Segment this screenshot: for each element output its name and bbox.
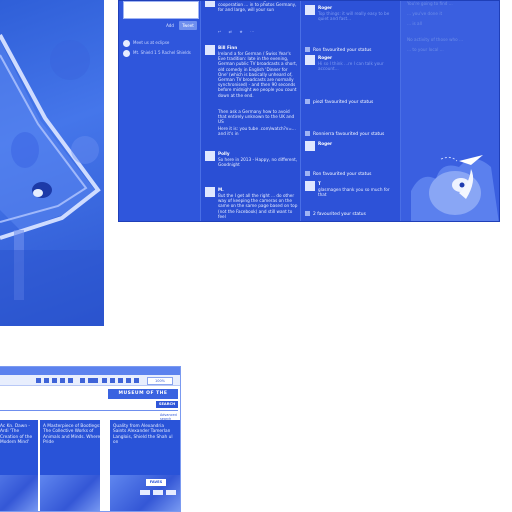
timeline-column[interactable]: Nice amount of a thing that the same coo…	[201, 1, 301, 221]
bookmark-icon[interactable]	[68, 378, 73, 383]
collection-card[interactable]: A Masterpiece of Bootlegs: The Collectiv…	[40, 420, 100, 511]
tweet-item[interactable]: T glasmagen thank you so much for that	[305, 181, 397, 201]
tag-chip[interactable]	[166, 490, 176, 495]
avatar	[205, 1, 215, 7]
back-icon[interactable]	[36, 378, 41, 383]
tweet-item[interactable]: Nice amount of a thing that the same coo…	[205, 1, 297, 34]
tweet-item[interactable]: Roger Top things: it will really easy to…	[305, 5, 397, 35]
tweet-item[interactable]: Polly So here in 2013 - Happy, no differ…	[205, 151, 297, 171]
forward-icon[interactable]	[44, 378, 49, 383]
account-avatar	[123, 49, 130, 57]
star-icon	[305, 99, 310, 104]
tag-chip[interactable]	[140, 490, 150, 495]
tweet-button[interactable]: Tweet	[179, 21, 197, 30]
search-button[interactable]: SEARCH	[156, 401, 178, 408]
account-item[interactable]: Meet us at eclipse	[123, 38, 169, 48]
avatar	[205, 45, 215, 55]
account-item[interactable]: Mt. Shield 1 5 Rachel Shields	[123, 48, 191, 58]
avatar	[205, 151, 215, 161]
zoom-control[interactable]: 100%	[147, 377, 173, 385]
tweet-item[interactable]: Here it is: you tube .com/watch?v=... an…	[205, 126, 297, 138]
tag-chip[interactable]	[153, 490, 163, 495]
card-image	[0, 475, 38, 511]
tab-icon[interactable]	[80, 378, 85, 383]
browser-window: 100% MUSEUM OF THE WORLD SEARCH Advanced…	[0, 366, 181, 512]
tweet-item[interactable]: Roger Hi so I think ...re I can talk you…	[305, 55, 397, 85]
settings-icon[interactable]	[126, 378, 131, 383]
web-page: MUSEUM OF THE WORLD SEARCH Advanced sear…	[0, 386, 180, 511]
collection-card[interactable]: Quality from Alexandria Saints Alexander…	[110, 420, 180, 511]
star-icon	[305, 47, 310, 52]
notification-item[interactable]: Ronnierra favourited your status	[305, 131, 397, 137]
tweet-actions[interactable]: ↩ ⇄ ★ ⋯	[218, 29, 257, 34]
notification-item[interactable]: 2 favourited your status	[305, 211, 397, 217]
tweet-item[interactable]: Then ask a Germany how to avoid that ent…	[205, 109, 297, 124]
browser-toolbar: 100%	[0, 375, 180, 386]
add-image-button[interactable]: Add	[163, 21, 177, 30]
print-icon[interactable]	[118, 378, 123, 383]
divider	[0, 410, 178, 411]
star-icon	[305, 171, 310, 176]
avatar	[305, 5, 315, 15]
mascot-illustration	[411, 155, 499, 221]
tweet-item[interactable]: Roger	[305, 141, 397, 161]
avatar	[305, 141, 315, 151]
home-icon[interactable]	[60, 378, 65, 383]
reload-icon[interactable]	[52, 378, 57, 383]
photo-illustration	[0, 34, 104, 326]
faves-button[interactable]: FAVES	[146, 479, 166, 486]
collection-card[interactable]: Ac Kn. Dawn - Ardi 'The Creation of the …	[0, 420, 38, 511]
notification-item[interactable]: Ron favourited your status	[305, 171, 397, 177]
tweetdeck-window: Add Tweet Meet us at eclipse Mt. Shield …	[118, 0, 500, 222]
downloads-icon[interactable]	[102, 378, 107, 383]
notifications-column[interactable]: Roger Top things: it will really easy to…	[301, 1, 401, 221]
card-image	[40, 475, 100, 511]
tab-icon[interactable]	[88, 378, 98, 383]
site-banner[interactable]: MUSEUM OF THE WORLD	[108, 389, 178, 406]
avatar	[305, 181, 315, 191]
compose-column: Add Tweet Meet us at eclipse Mt. Shield …	[119, 1, 201, 221]
tweet-item[interactable]: Bill Finn Ireland a for German / Swiss Y…	[205, 45, 297, 117]
avatar	[205, 187, 215, 197]
avatar	[305, 55, 315, 65]
history-icon[interactable]	[110, 378, 115, 383]
browser-titlebar	[0, 367, 180, 375]
star-icon	[305, 131, 310, 136]
photo-panel	[0, 0, 104, 326]
tweet-item[interactable]: M. But the I get all the right ... do ot…	[205, 187, 297, 221]
empty-column[interactable]: You're going to find ... ... you've done…	[401, 1, 499, 221]
notification-item[interactable]: Ron favourited your status	[305, 47, 397, 53]
notification-item[interactable]: piezl favourited your status	[305, 99, 397, 105]
account-avatar	[123, 39, 130, 47]
menu-icon[interactable]	[134, 378, 139, 383]
star-icon	[305, 211, 310, 216]
compose-textarea[interactable]	[123, 1, 199, 19]
